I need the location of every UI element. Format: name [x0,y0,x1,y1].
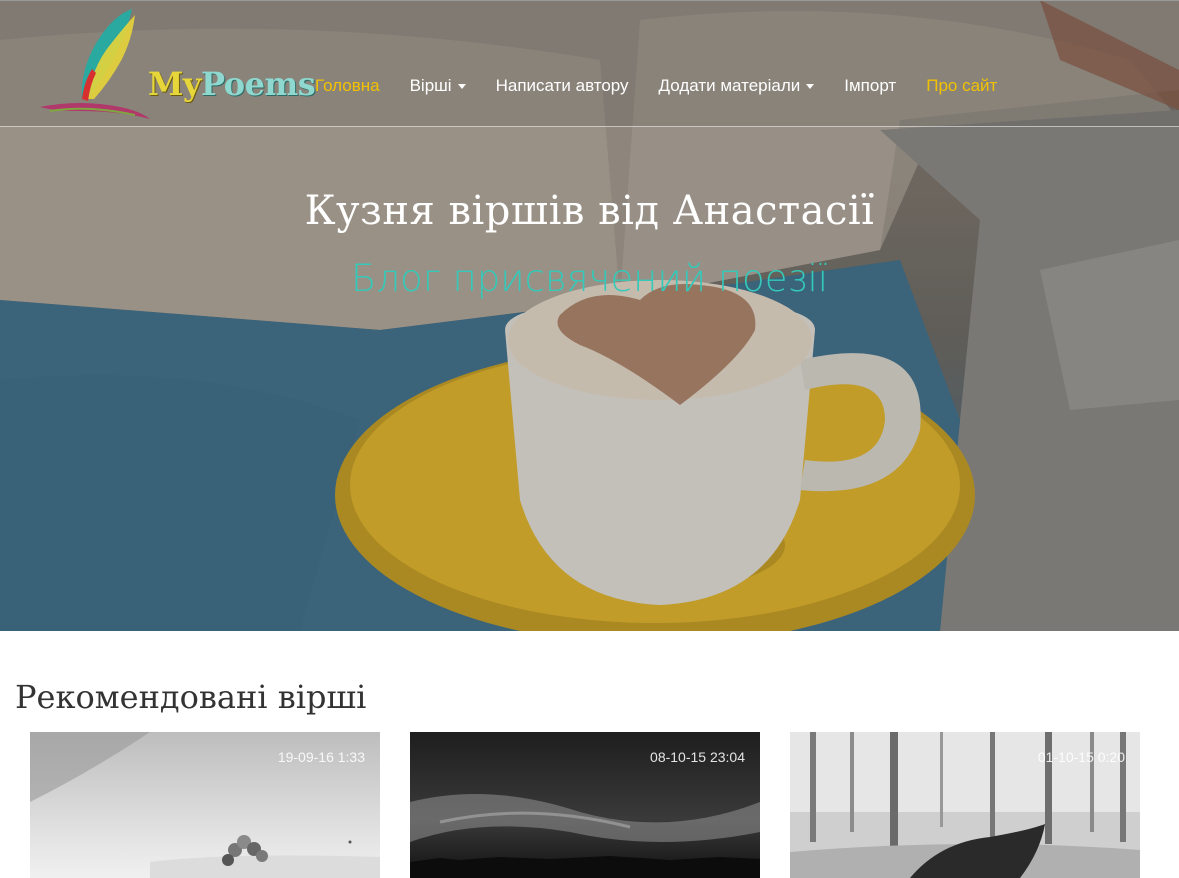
hero-title: Кузня віршів від Анастасії [304,188,875,234]
nav-item-import-label: Імпорт [844,76,897,95]
nav-item-about-label: Про сайт [926,76,998,95]
nav-item-home-label: Головна [315,76,380,95]
nav-item-poems-label: Вірші [409,76,452,95]
poem-card-date: 19-09-16 1:33 [277,749,365,765]
hero-banner: MyPoems Головна Вірші Написати автору До… [0,0,1179,631]
site-logo[interactable]: MyPoems [40,7,316,123]
logo-text: MyPoems [148,65,316,103]
poem-card[interactable]: 19-09-16 1:33 [30,732,380,878]
navbar: MyPoems Головна Вірші Написати автору До… [0,0,1179,127]
caret-down-icon [806,83,815,89]
logo-my: My [148,65,202,103]
poem-card-date: 01-10-15 0:20 [1037,749,1125,765]
nav-item-add-materials[interactable]: Додати матеріали [644,76,830,96]
logo-poems: Poems [201,65,316,103]
poem-card[interactable]: 08-10-15 23:04 [410,732,760,878]
main-nav: Головна Вірші Написати автору Додати мат… [300,71,1012,101]
hero-subtitle: Блог присвячений поезії [350,257,829,300]
nav-item-add-materials-label: Додати матеріали [658,76,801,95]
quill-icon [40,9,150,119]
nav-item-about[interactable]: Про сайт [911,76,1012,96]
poem-card[interactable]: 01-10-15 0:20 [790,732,1140,878]
nav-item-write-author-label: Написати автору [495,76,629,95]
nav-item-import[interactable]: Імпорт [829,76,911,96]
nav-item-home[interactable]: Головна [300,76,395,96]
nav-item-poems[interactable]: Вірші [395,76,481,96]
featured-heading: Рекомендовані вірші [15,678,367,716]
poem-card-date: 08-10-15 23:04 [650,749,745,765]
caret-down-icon [457,83,466,89]
nav-item-write-author[interactable]: Написати автору [481,76,644,96]
